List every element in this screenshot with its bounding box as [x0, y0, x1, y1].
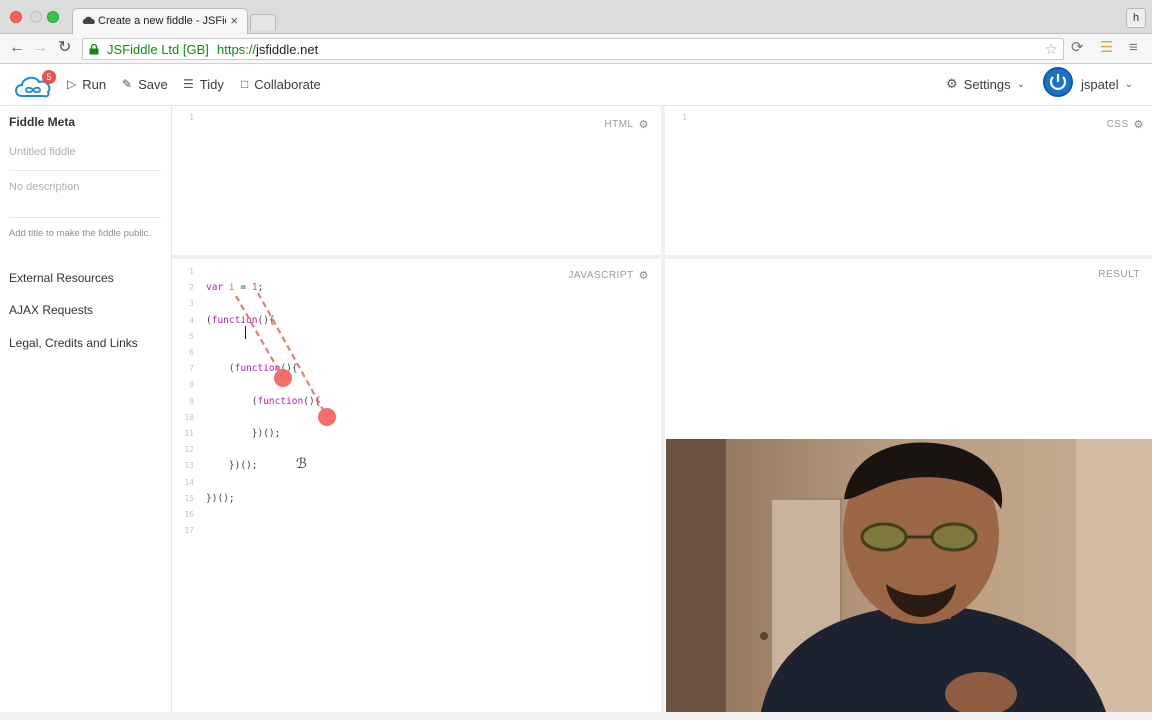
webcam-video — [666, 439, 1152, 712]
annotation-dashed-line — [235, 295, 284, 379]
ibeam-cursor-icon: ℬ — [296, 456, 308, 472]
annotation-dashed-line — [257, 292, 328, 418]
text-caret — [245, 326, 246, 339]
annotation-dot — [318, 408, 336, 426]
annotation-dot — [274, 369, 292, 387]
status-bar — [0, 712, 1152, 720]
presenter-video-frame — [666, 439, 1152, 712]
